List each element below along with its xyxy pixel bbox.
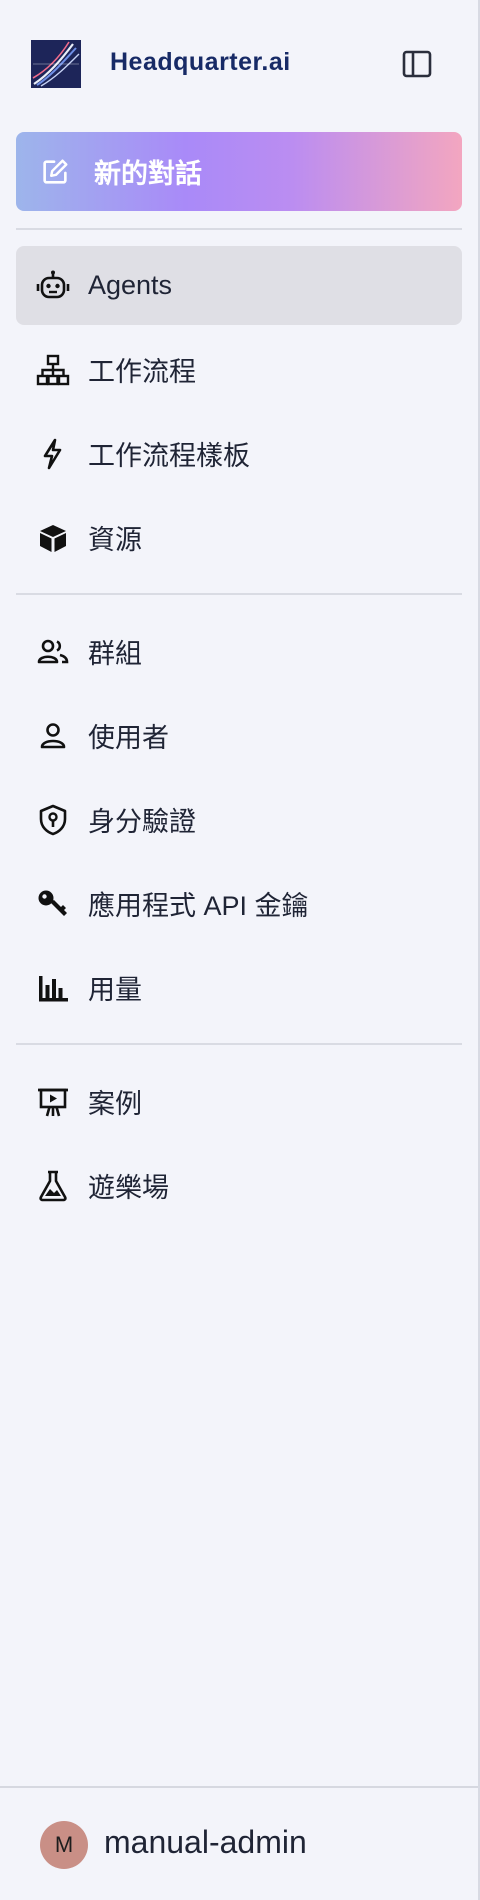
nav-item-label: 使用者: [88, 723, 169, 753]
users-icon: [36, 635, 70, 669]
nav-item-authentication[interactable]: 身分驗證: [16, 780, 462, 859]
presentation-icon: [36, 1085, 70, 1119]
nav-item-label: 資源: [88, 525, 142, 555]
nav-item-groups[interactable]: 群組: [16, 612, 462, 691]
nav-item-label: 工作流程樣板: [88, 441, 250, 471]
nav-item-label: 案例: [88, 1089, 142, 1119]
nav-item-users[interactable]: 使用者: [16, 696, 462, 775]
lightning-icon: [36, 437, 70, 471]
nav-item-label: 群組: [88, 639, 142, 669]
nav-item-label: 用量: [88, 975, 142, 1005]
sitemap-icon: [36, 353, 70, 387]
key-icon: [36, 887, 70, 921]
username: manual-admin: [104, 1824, 307, 1860]
nav-item-label: 遊樂場: [88, 1173, 169, 1203]
nav-item-label: 應用程式 API 金鑰: [88, 891, 309, 921]
new-chat-button[interactable]: 新的對話: [16, 132, 462, 211]
cube-icon: [36, 521, 70, 555]
divider: [16, 593, 462, 595]
flask-icon: [36, 1169, 70, 1203]
nav-item-agents[interactable]: Agents: [16, 246, 462, 325]
nav-item-label: 身分驗證: [88, 807, 196, 837]
nav-item-workflow-templates[interactable]: 工作流程樣板: [16, 414, 462, 493]
nav-item-label: 工作流程: [88, 357, 196, 387]
nav-item-cases[interactable]: 案例: [16, 1062, 462, 1141]
user-icon: [36, 719, 70, 753]
nav-item-app-api-keys[interactable]: 應用程式 API 金鑰: [16, 864, 462, 943]
nav-item-workflows[interactable]: 工作流程: [16, 330, 462, 409]
new-chat-label: 新的對話: [94, 159, 202, 189]
headquarter-logo[interactable]: [31, 40, 81, 88]
nav-item-usage[interactable]: 用量: [16, 948, 462, 1027]
nav-item-playground[interactable]: 遊樂場: [16, 1146, 462, 1225]
brand-name: Headquarter.ai: [110, 48, 291, 76]
divider: [16, 228, 462, 230]
bar-chart-icon: [36, 971, 70, 1005]
divider: [16, 1043, 462, 1045]
edit-square-icon: [38, 155, 72, 189]
shield-key-icon: [36, 803, 70, 837]
nav-item-label: Agents: [88, 270, 173, 300]
robot-icon: [36, 269, 70, 303]
user-profile[interactable]: M manual-admin: [0, 1786, 478, 1900]
sidebar-header: Headquarter.ai: [0, 0, 478, 130]
avatar[interactable]: M: [40, 1821, 88, 1869]
nav-item-resources[interactable]: 資源: [16, 498, 462, 577]
sidebar: Headquarter.ai 新的對話 Agents 工作流程 工作流程樣板 資…: [0, 0, 480, 1900]
sidebar-panel-icon[interactable]: [400, 47, 434, 81]
